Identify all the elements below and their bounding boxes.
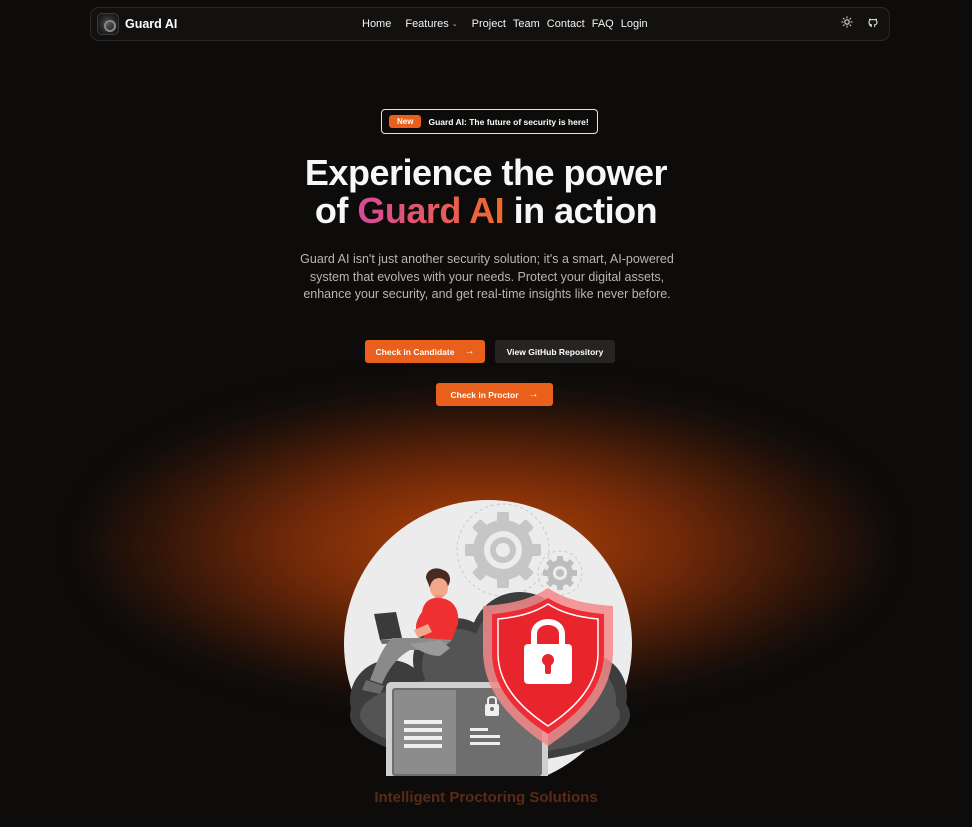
brand-name: Guard AI xyxy=(125,17,178,31)
hero-description: Guard AI isn't just another security sol… xyxy=(300,252,674,301)
nav-login[interactable]: Login xyxy=(621,18,655,30)
hero-title-highlight: Guard AI xyxy=(357,190,505,231)
nav-home[interactable]: Home xyxy=(355,18,398,30)
nav-project[interactable]: Project xyxy=(465,18,513,30)
security-illustration xyxy=(340,500,640,790)
hero-title-rest: in action xyxy=(513,190,658,231)
nav-features[interactable]: Features ⌄ xyxy=(398,18,464,30)
github-icon[interactable] xyxy=(867,16,879,28)
check-in-candidate-button[interactable]: Check in Candidate → xyxy=(365,340,485,363)
hero-title: Experience the power of Guard AI in acti… xyxy=(0,154,972,230)
nav-features-label: Features xyxy=(405,18,449,30)
hero-title-line1: Experience the power xyxy=(304,152,668,193)
check-in-proctor-button[interactable]: Check in Proctor → xyxy=(436,383,553,406)
nav-icons xyxy=(841,16,879,28)
new-tag: New xyxy=(389,115,422,128)
check-in-proctor-label: Check in Proctor xyxy=(450,389,519,400)
nav-links: Home Features ⌄ Project Team Contact FAQ… xyxy=(355,8,655,40)
chevron-down-icon: ⌄ xyxy=(451,21,458,28)
view-github-label: View GitHub Repository xyxy=(506,346,604,357)
arrow-right-icon: → xyxy=(528,389,539,400)
nav-faq[interactable]: FAQ xyxy=(592,18,621,30)
arrow-right-icon: → xyxy=(464,346,475,357)
brand[interactable]: Guard AI xyxy=(97,13,177,35)
caption: Intelligent Proctoring Solutions xyxy=(374,789,598,806)
sun-icon[interactable] xyxy=(841,16,853,28)
check-in-candidate-label: Check in Candidate xyxy=(375,346,455,357)
hero-title-of: of xyxy=(314,190,348,231)
navbar: Guard AI Home Features ⌄ Project Team Co… xyxy=(90,7,890,41)
announcement-badge[interactable]: New Guard AI: The future of security is … xyxy=(381,109,598,134)
logo-icon xyxy=(97,13,119,35)
announcement-text: Guard AI: The future of security is here… xyxy=(428,116,589,127)
page: Guard AI Home Features ⌄ Project Team Co… xyxy=(0,0,972,827)
view-github-button[interactable]: View GitHub Repository xyxy=(495,340,615,363)
nav-contact[interactable]: Contact xyxy=(547,18,592,30)
nav-team[interactable]: Team xyxy=(513,18,547,30)
